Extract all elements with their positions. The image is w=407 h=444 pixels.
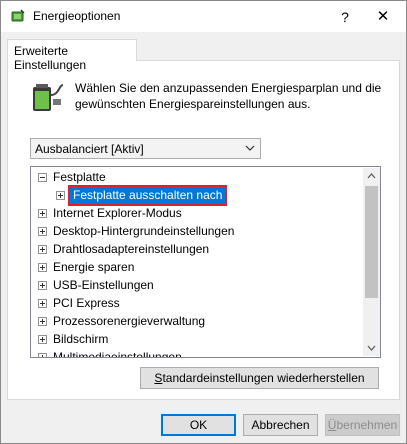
cancel-button[interactable]: Abbrechen — [243, 414, 318, 436]
expand-toggle-icon[interactable] — [38, 299, 47, 308]
tree-item-label: Drahtlosadaptereinstellungen — [53, 242, 210, 256]
settings-tree[interactable]: Festplatte Festplatte ausschalten nach I… — [30, 166, 381, 358]
expand-toggle-icon[interactable] — [38, 353, 47, 357]
tree-item-label: Energie sparen — [53, 260, 135, 274]
expand-toggle-icon[interactable] — [38, 335, 47, 344]
power-options-dialog: Energieoptionen ? ✕ Erweiterte Einstellu… — [0, 0, 407, 444]
window-title: Energieoptionen — [33, 9, 121, 23]
battery-power-icon — [33, 84, 64, 111]
power-plan-select[interactable]: Ausbalanciert [Aktiv] — [30, 138, 261, 159]
scroll-up-icon[interactable] — [363, 168, 380, 185]
tree-item-label: USB-Einstellungen — [53, 278, 154, 292]
restore-defaults-button[interactable]: Standardeinstellungen wiederherstellen — [140, 367, 379, 389]
tab-advanced-settings[interactable]: Erweiterte Einstellungen — [7, 39, 137, 72]
tree-item-label: Multimediaeinstellungen — [53, 350, 182, 358]
title-bar: Energieoptionen ? ✕ — [1, 1, 406, 32]
close-button[interactable]: ✕ — [373, 7, 393, 27]
description: Wählen Sie den anzupassenden Energiespar… — [75, 80, 395, 112]
tree-scrollbar[interactable] — [363, 168, 380, 356]
restore-label: tandardeinstellungen wiederherstellen — [162, 371, 365, 385]
chevron-down-icon — [245, 145, 255, 151]
power-options-icon — [11, 9, 25, 22]
power-plan-value: Ausbalanciert [Aktiv] — [35, 142, 144, 156]
description-line-2: gewünschten Energiespareinstellungen aus… — [75, 97, 311, 111]
tree-item-label: Prozessorenergieverwaltung — [53, 314, 206, 328]
scroll-thumb[interactable] — [365, 186, 378, 298]
tree-item-label: Desktop-Hintergrundeinstellungen — [53, 224, 235, 238]
description-line-1: Wählen Sie den anzupassenden Energiespar… — [75, 81, 382, 95]
help-button[interactable]: ? — [335, 7, 355, 27]
scroll-down-icon[interactable] — [363, 339, 380, 356]
expand-toggle-icon[interactable] — [38, 245, 47, 254]
expand-toggle-icon[interactable] — [38, 317, 47, 326]
expand-toggle-icon[interactable] — [38, 263, 47, 272]
expand-toggle-icon[interactable] — [38, 281, 47, 290]
apply-label: bernehmen — [336, 418, 398, 432]
tree-item-label: Festplatte — [53, 170, 106, 184]
expand-toggle-icon[interactable] — [56, 191, 65, 200]
expand-toggle-icon[interactable] — [38, 227, 47, 236]
tree-item-label-selected[interactable]: Festplatte ausschalten nach — [67, 185, 228, 206]
collapse-toggle-icon[interactable] — [38, 173, 47, 182]
tree-item-label: PCI Express — [53, 296, 120, 310]
expand-toggle-icon[interactable] — [38, 209, 47, 218]
tree-item-label: Bildschirm — [53, 332, 109, 346]
apply-button[interactable]: Übernehmen — [325, 414, 400, 436]
ok-button[interactable]: OK — [161, 414, 236, 436]
tree-item-label: Internet Explorer-Modus — [53, 206, 182, 220]
